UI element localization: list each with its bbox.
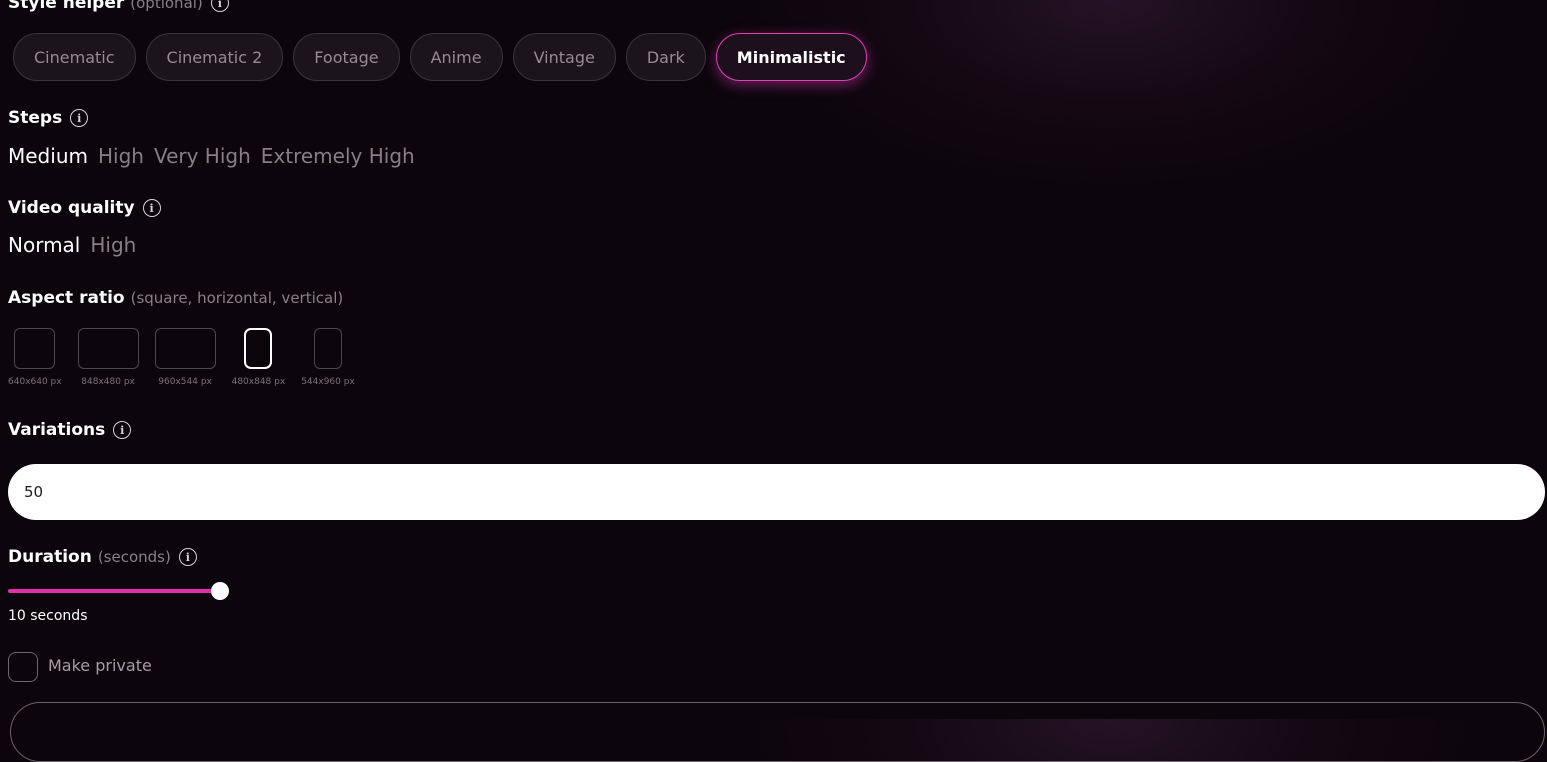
make-private-checkbox[interactable] [8,652,38,682]
chip-minimalistic[interactable]: Minimalistic [715,33,867,81]
chip-vintage[interactable]: Vintage [512,33,616,81]
ratio-option-960x544[interactable]: 960x544 px [154,328,216,387]
ratio-caption: 848x480 px [81,377,135,387]
aspect-ratio-options: 640x640 px 848x480 px 960x544 px 480x848… [8,328,355,387]
video-quality-label: Video quality i [8,198,161,218]
chip-dark[interactable]: Dark [625,33,706,81]
chip-anime[interactable]: Anime [409,33,503,81]
ratio-option-640x640[interactable]: 640x640 px [8,328,62,387]
vertical-ratio-icon [313,328,342,369]
chip-footage[interactable]: Footage [293,33,400,81]
ratio-caption: 480x848 px [231,377,286,387]
variations-label: Variations i [8,420,132,440]
info-icon[interactable]: i [210,0,229,12]
steps-option-very-high[interactable]: Very High [154,144,251,168]
duration-title: Duration [8,547,92,567]
quality-option-normal[interactable]: Normal [8,233,80,257]
horizontal-ratio-icon [154,328,216,369]
style-helper-hint: (optional) [130,0,203,12]
steps-options: Medium High Very High Extremely High [8,144,415,168]
ratio-caption: 544x960 px [301,377,355,387]
ratio-caption: 960x544 px [158,377,212,387]
info-icon[interactable]: i [70,109,89,127]
chip-cinematic[interactable]: Cinematic [13,33,136,81]
variations-input[interactable]: 50 [8,464,1545,520]
style-helper-label: Style helper (optional) i [8,0,229,13]
steps-option-extremely-high[interactable]: Extremely High [261,144,415,168]
style-helper-chips: Cinematic Cinematic 2 Footage Anime Vint… [13,33,867,81]
steps-option-medium[interactable]: Medium [8,144,88,168]
ratio-option-848x480[interactable]: 848x480 px [77,328,139,387]
style-helper-title: Style helper [8,0,125,13]
chip-cinematic-2[interactable]: Cinematic 2 [145,33,284,81]
video-quality-options: Normal High [8,233,136,257]
steps-title: Steps [8,108,63,128]
make-private-label[interactable]: Make private [48,656,152,675]
aspect-ratio-title: Aspect ratio [8,288,125,308]
video-quality-title: Video quality [8,198,135,218]
ratio-option-480x848[interactable]: 480x848 px [231,328,286,387]
ratio-option-544x960[interactable]: 544x960 px [301,328,355,387]
horizontal-ratio-icon [77,328,139,369]
aspect-ratio-hint: (square, horizontal, vertical) [130,289,344,307]
steps-option-high[interactable]: High [98,144,144,168]
aspect-ratio-label: Aspect ratio (square, horizontal, vertic… [8,288,343,308]
bottom-field[interactable] [10,702,1545,762]
duration-value: 10 seconds [8,608,88,624]
duration-slider-track[interactable] [8,589,220,593]
info-icon[interactable]: i [178,548,197,566]
duration-slider-handle[interactable] [211,582,229,600]
square-ratio-icon [14,328,56,369]
vertical-ratio-icon [244,328,273,369]
quality-option-high[interactable]: High [90,233,136,257]
steps-label: Steps i [8,108,89,128]
duration-hint: (seconds) [97,548,171,566]
info-icon[interactable]: i [142,199,161,217]
ratio-caption: 640x640 px [8,377,62,387]
variations-title: Variations [8,420,106,440]
duration-label: Duration (seconds) i [8,547,197,567]
info-icon[interactable]: i [113,421,132,439]
